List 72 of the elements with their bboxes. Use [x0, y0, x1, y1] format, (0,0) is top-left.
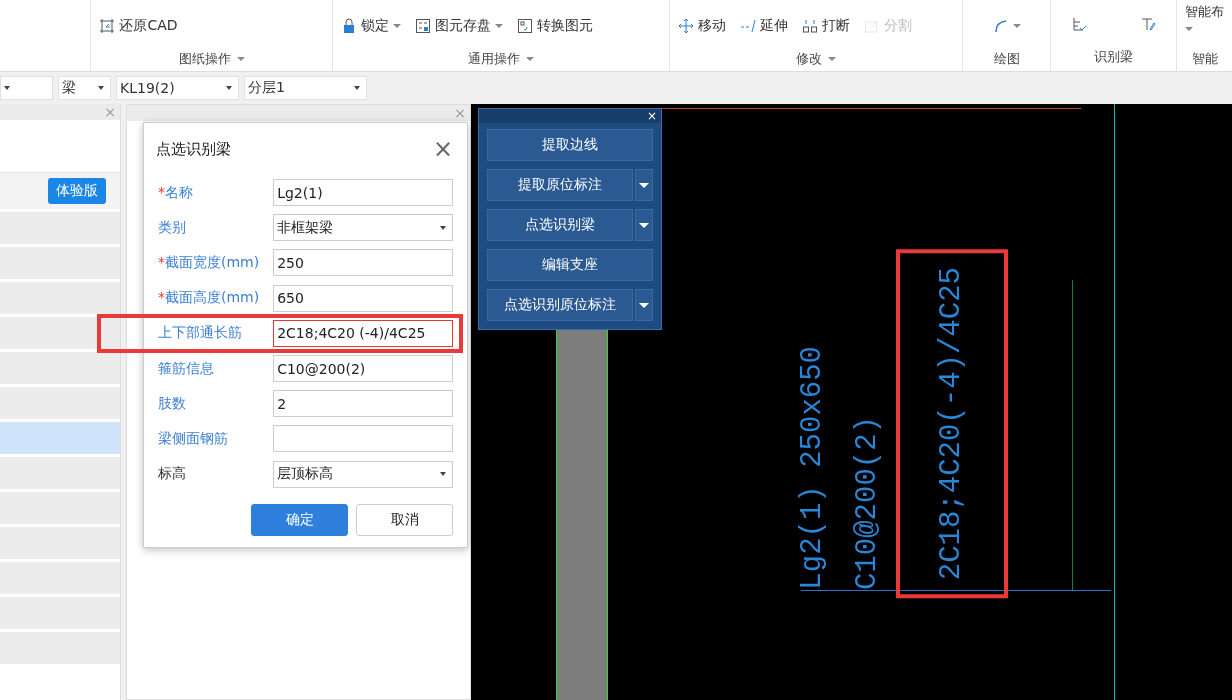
ribbon-icon-button[interactable] [1140, 16, 1156, 32]
dropdown-button[interactable] [635, 209, 653, 241]
tool-button[interactable]: 点选识别原位标注 [487, 289, 633, 321]
caret-icon [494, 24, 503, 28]
input-field[interactable]: Lg2(1) [273, 179, 453, 207]
input-field[interactable]: 2 [273, 390, 453, 418]
dropdown-field[interactable]: KL19(2) [116, 76, 239, 100]
input-field[interactable]: 2C18;4C20 (-4)/4C25 [273, 319, 453, 347]
field-label: *截面宽度(mm) [157, 253, 261, 272]
group-label[interactable]: 图纸操作 [99, 50, 324, 68]
confirm-button[interactable]: 确定 [251, 503, 348, 536]
text-edit-icon [1140, 16, 1156, 32]
field-label: *截面高度(mm) [157, 289, 261, 308]
field-label: 箍筋信息 [157, 359, 215, 378]
extend-icon [740, 18, 757, 34]
beam-icon [1070, 16, 1087, 32]
dropdown-field[interactable]: 非框架梁 [273, 214, 453, 242]
beam-annotation: 2C18;4C20(-4)/4C25 [896, 248, 1008, 598]
cancel-button[interactable]: 取消 [356, 503, 453, 536]
field-label: 上下部通长筋 [157, 324, 243, 343]
trial-badge[interactable]: 体验版 [48, 178, 106, 204]
close-icon[interactable]: × [432, 137, 453, 161]
convert-icon [516, 18, 533, 34]
field-label: 类别 [157, 218, 187, 237]
dropdown-field[interactable]: 层顶标高 [273, 460, 453, 488]
dialog-title: 点选识别梁 [156, 139, 231, 159]
field-label: 标高 [157, 465, 187, 484]
cad-canvas[interactable]: Lg2(1) 250x650 C10@200(2) 2C18;4C20(-4)/4C25 × 提取边线 提取原位标注 点选识别梁 编辑支座 点选识别原位标注 [471, 104, 1232, 700]
input-field[interactable]: 250 [273, 249, 453, 277]
break-icon [802, 18, 819, 34]
group-label[interactable]: 通用操作 [340, 50, 662, 68]
tool-button[interactable]: 点选识别梁 [487, 209, 633, 241]
tool-button[interactable]: 编辑支座 [487, 249, 653, 281]
field-label: 梁侧面钢筋 [157, 429, 229, 448]
arc-icon [992, 18, 1009, 34]
dropdown-field[interactable]: 分层1 [244, 76, 367, 100]
ribbon-button[interactable]: 图元存盘 [414, 17, 503, 35]
caret-icon [1012, 24, 1021, 28]
tool-button[interactable]: 提取原位标注 [487, 169, 633, 201]
input-field[interactable] [273, 425, 453, 453]
ribbon-button[interactable]: 移动 [678, 17, 727, 35]
field-label: 肢数 [157, 394, 187, 413]
ribbon-button[interactable]: 还原CAD [99, 17, 178, 35]
ribbon-icon-button[interactable] [1070, 16, 1087, 32]
restore-icon [99, 18, 116, 34]
ribbon-button[interactable]: 转换图元 [516, 17, 593, 35]
group-label[interactable]: 识别梁 [1058, 48, 1168, 66]
dropdown-field[interactable]: 梁 [58, 76, 111, 100]
beam-annotation: Lg2(1) 250x650 [796, 346, 830, 590]
tool-button[interactable]: 提取边线 [487, 129, 653, 161]
ribbon-button[interactable]: 打断 [802, 17, 851, 35]
ribbon-icon-button[interactable] [992, 18, 1021, 34]
move-icon [678, 18, 695, 34]
input-field[interactable]: 650 [273, 284, 453, 312]
close-icon[interactable]: × [646, 109, 657, 123]
split-icon [864, 18, 881, 34]
group-label[interactable]: 绘图 [971, 50, 1042, 68]
save-icon [414, 18, 431, 34]
beam-annotation: C10@200(2) [851, 415, 885, 590]
list-row[interactable] [0, 317, 120, 352]
field-label: *名称 [157, 183, 194, 202]
caret-icon [392, 24, 401, 28]
dropdown-field[interactable] [0, 76, 53, 100]
dropdown-button[interactable] [635, 289, 653, 321]
ribbon-button[interactable]: 延伸 [740, 17, 789, 35]
caret-icon [1185, 27, 1193, 31]
group-label[interactable]: 修改 [678, 50, 955, 68]
group-label[interactable]: 智能 [1185, 50, 1224, 68]
ribbon-button[interactable]: 锁定 [340, 17, 401, 35]
dropdown-button[interactable] [635, 169, 653, 201]
input-field[interactable]: C10@200(2) [273, 355, 453, 383]
ribbon-button[interactable]: 智能布 [1185, 3, 1224, 31]
